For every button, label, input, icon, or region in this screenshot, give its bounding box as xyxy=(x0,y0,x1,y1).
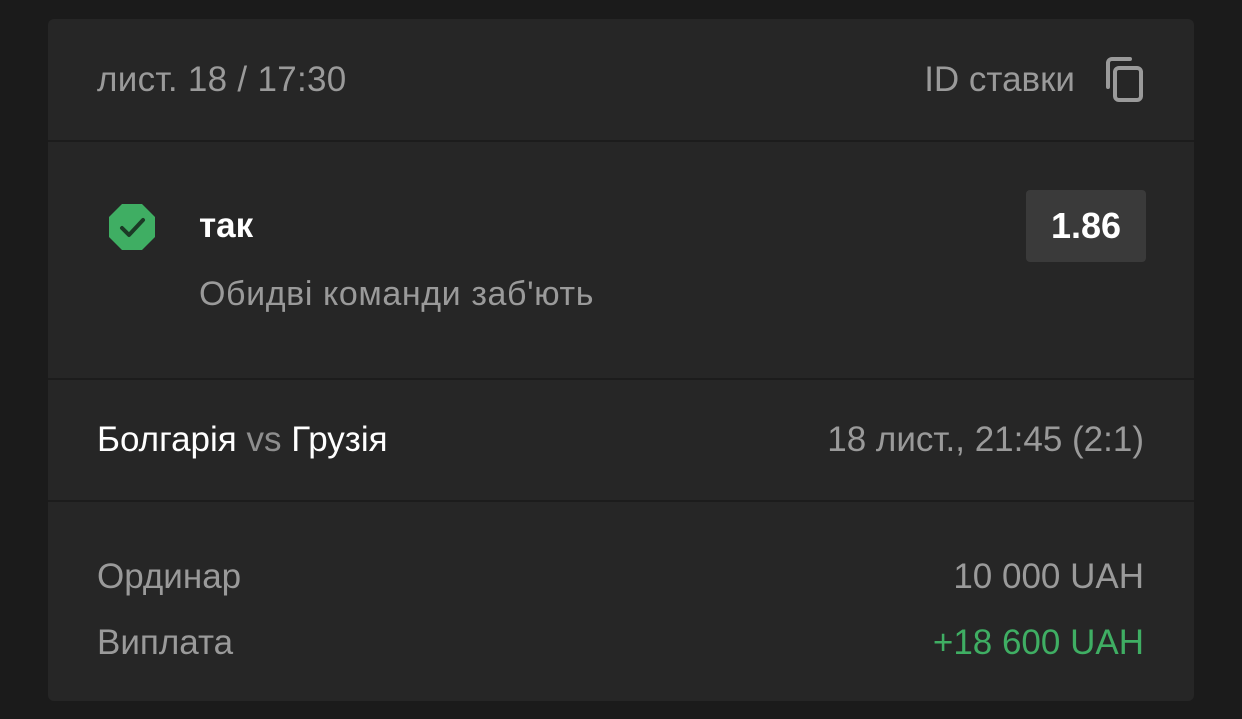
vs-label: vs xyxy=(246,420,282,459)
bet-header: лист. 18 / 17:30 ID ставки xyxy=(48,19,1194,140)
event-time-score: 18 лист., 21:45 (2:1) xyxy=(827,420,1144,459)
event-row[interactable]: Болгарія vs Грузія 18 лист., 21:45 (2:1) xyxy=(48,380,1194,500)
bet-datetime: лист. 18 / 17:30 xyxy=(97,60,347,99)
stake-value: 10 000 UAH xyxy=(953,557,1144,596)
selection-pick: так xyxy=(199,206,254,245)
market-name: Обидві команди заб'ють xyxy=(199,275,595,313)
payout-value: +18 600 UAH xyxy=(932,623,1144,662)
check-badge-icon xyxy=(109,204,155,250)
bet-summary: Ординар 10 000 UAH Виплата +18 600 UAH xyxy=(48,502,1194,701)
copy-icon[interactable] xyxy=(1102,57,1144,103)
selection-row: так Обидві команди заб'ють 1.86 xyxy=(48,142,1194,378)
odds-badge: 1.86 xyxy=(1026,190,1146,262)
bet-id-label[interactable]: ID ставки xyxy=(924,60,1075,100)
away-team: Грузія xyxy=(291,420,388,459)
bet-card: лист. 18 / 17:30 ID ставки так Обидві ко… xyxy=(48,19,1194,701)
payout-label: Виплата xyxy=(97,623,234,662)
home-team: Болгарія xyxy=(97,420,237,459)
bet-type-label: Ординар xyxy=(97,557,242,596)
event-teams: Болгарія vs Грузія xyxy=(97,420,388,460)
